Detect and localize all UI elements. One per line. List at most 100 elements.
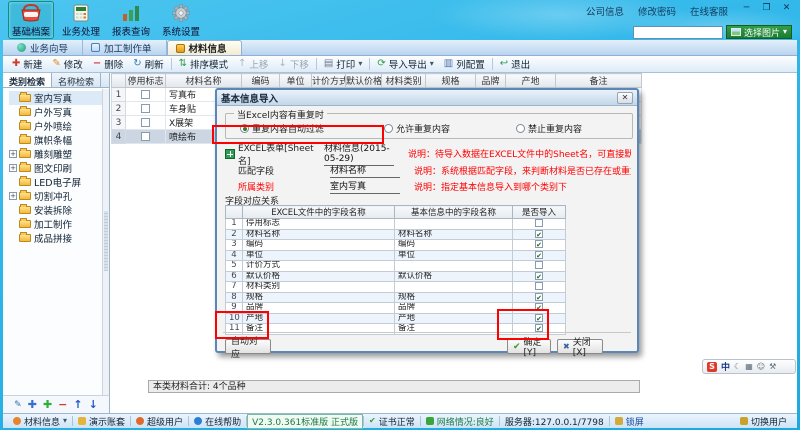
ime-moon-icon[interactable]: ☾ [734,362,741,372]
col-header[interactable]: 材料类别 [382,74,426,88]
col-header[interactable]: 编码 [242,74,280,88]
import-export-button[interactable]: 导入导出 [372,57,438,71]
mapping-row[interactable]: 1停用标志 [226,219,566,230]
sort-mode-button[interactable]: 排序模式 [174,57,233,71]
import-checkbox[interactable] [535,261,543,269]
ime-tools-icon[interactable]: ⚒ [769,362,776,372]
tree-item[interactable]: 户外写真 [9,105,109,119]
mapping-row[interactable]: 5计价方式 [226,261,566,272]
col-header[interactable]: 品牌 [476,74,506,88]
col-header[interactable]: 产地 [506,74,556,88]
col-header[interactable]: 默认价格 [346,74,382,88]
tab-category-search[interactable]: 类别检索 [3,73,52,87]
link-online-service[interactable]: 在线客服 [690,4,728,18]
tree-item[interactable]: 户外喷绘 [9,119,109,133]
tree-item[interactable]: 安装拆除 [9,203,109,217]
link-change-password[interactable]: 修改密码 [638,4,676,18]
col-header[interactable]: 计价方式 [312,74,346,88]
match-field[interactable]: 材料名称 [330,163,400,178]
move-up-icon[interactable] [73,399,82,411]
mapping-row[interactable]: 2材料名称材料名称✔ [226,229,566,240]
link-company-info[interactable]: 公司信息 [586,4,624,18]
radio-allow-duplicate[interactable]: 允许重复内容 [384,122,450,135]
exit-button[interactable]: 退出 [495,57,535,71]
import-checkbox[interactable]: ✔ [535,303,543,311]
row-checkbox[interactable] [141,104,150,113]
radio-forbid-duplicate[interactable]: 禁止重复内容 [516,122,582,135]
status-online-help[interactable]: 在线帮助 [189,415,246,428]
move-down-icon[interactable] [89,399,98,411]
dialog-close-icon[interactable] [617,92,633,104]
select-image-button[interactable]: 选择图片 [726,25,792,39]
expand-icon[interactable] [9,164,17,172]
import-checkbox[interactable]: ✔ [535,272,543,280]
tab-business-wizard[interactable]: 业务向导 [9,40,83,55]
auto-match-button[interactable]: 自动对应 [225,339,271,354]
tab-work-order[interactable]: 加工制作单 [83,40,167,55]
col-header[interactable]: 停用标志 [126,74,166,88]
move-up-button[interactable]: 上移 [233,57,273,71]
row-checkbox[interactable] [141,90,150,99]
tab-material-info[interactable]: 材料信息 [167,40,242,55]
radio-auto-filter[interactable]: 重复内容自动过滤 [240,122,324,135]
col-header[interactable]: 单位 [280,74,312,88]
expand-icon[interactable] [9,150,17,158]
add-green-icon[interactable] [43,399,52,411]
import-checkbox[interactable]: ✔ [535,324,543,332]
close-button[interactable]: 关闭[X] [557,339,603,354]
expand-icon[interactable] [9,192,17,200]
mapping-row[interactable]: 7材料类别 [226,282,566,293]
mapping-row[interactable]: 8规格规格✔ [226,292,566,303]
column-config-button[interactable]: 列配置 [439,57,490,71]
col-header[interactable]: 备注 [556,74,642,88]
close-icon[interactable] [779,3,794,15]
delete-button[interactable]: 删除 [88,57,128,71]
tab-name-search[interactable]: 名称检索 [52,73,101,87]
import-checkbox[interactable]: ✔ [535,230,543,238]
status-module[interactable]: 材料信息 [8,415,72,428]
ime-language-icon[interactable]: 中 [721,360,730,373]
tree-item[interactable]: 加工制作 [9,217,109,231]
col-header[interactable]: 材料名称 [166,74,242,88]
refresh-button[interactable]: 刷新 [128,57,168,71]
import-checkbox[interactable]: ✔ [535,240,543,248]
minimize-icon[interactable] [739,3,754,15]
tree-item[interactable]: 雕刻雕塑 [9,147,109,161]
tree-item[interactable]: 切割冲孔 [9,189,109,203]
move-down-button[interactable]: 下移 [273,57,313,71]
nav-item-settings[interactable]: 系统设置 [158,1,204,39]
ime-user-icon[interactable]: ☺ [757,362,765,372]
maximize-icon[interactable] [759,3,774,15]
import-checkbox[interactable] [535,282,543,290]
mapping-row[interactable]: 6默认价格默认价格✔ [226,271,566,282]
import-checkbox[interactable]: ✔ [535,293,543,301]
ime-keyboard-icon[interactable]: ▦ [745,362,753,372]
tree-item[interactable]: 成品拼接 [9,231,109,245]
category-field[interactable]: 室内写真 [330,179,400,194]
tree-item[interactable]: 旗帜条幅 [9,133,109,147]
dialog-titlebar[interactable]: 基本信息导入 [217,90,637,106]
ime-logo-icon[interactable]: S [707,362,717,372]
edit-button[interactable]: 修改 [47,57,87,71]
mapping-row[interactable]: 9品牌品牌✔ [226,303,566,314]
mapping-row[interactable]: 3编码编码✔ [226,240,566,251]
mapping-row[interactable]: 10产地产地✔ [226,313,566,324]
tree-item[interactable]: LED电子屏 [9,175,109,189]
image-path-input[interactable] [633,26,723,39]
row-checkbox[interactable] [141,118,150,127]
mapping-row[interactable]: 4单位单位✔ [226,250,566,261]
tree-item[interactable]: 室内写真 [9,91,109,105]
tree-item[interactable]: 图文印刷 [9,161,109,175]
sidebar-scrollbar[interactable] [102,89,109,395]
print-button[interactable]: 打印 [319,57,367,71]
row-checkbox[interactable] [141,132,150,141]
nav-item-base-archives[interactable]: 基础档案 [8,1,54,39]
import-checkbox[interactable] [535,219,543,227]
ok-button[interactable]: 确定[Y] [507,339,551,354]
col-header[interactable]: 规格 [426,74,476,88]
nav-item-reports[interactable]: 报表查询 [108,1,154,39]
add-blue-icon[interactable] [28,399,37,411]
new-button[interactable]: 新建 [7,57,47,71]
import-checkbox[interactable]: ✔ [535,314,543,322]
edit-category-icon[interactable] [14,398,22,411]
